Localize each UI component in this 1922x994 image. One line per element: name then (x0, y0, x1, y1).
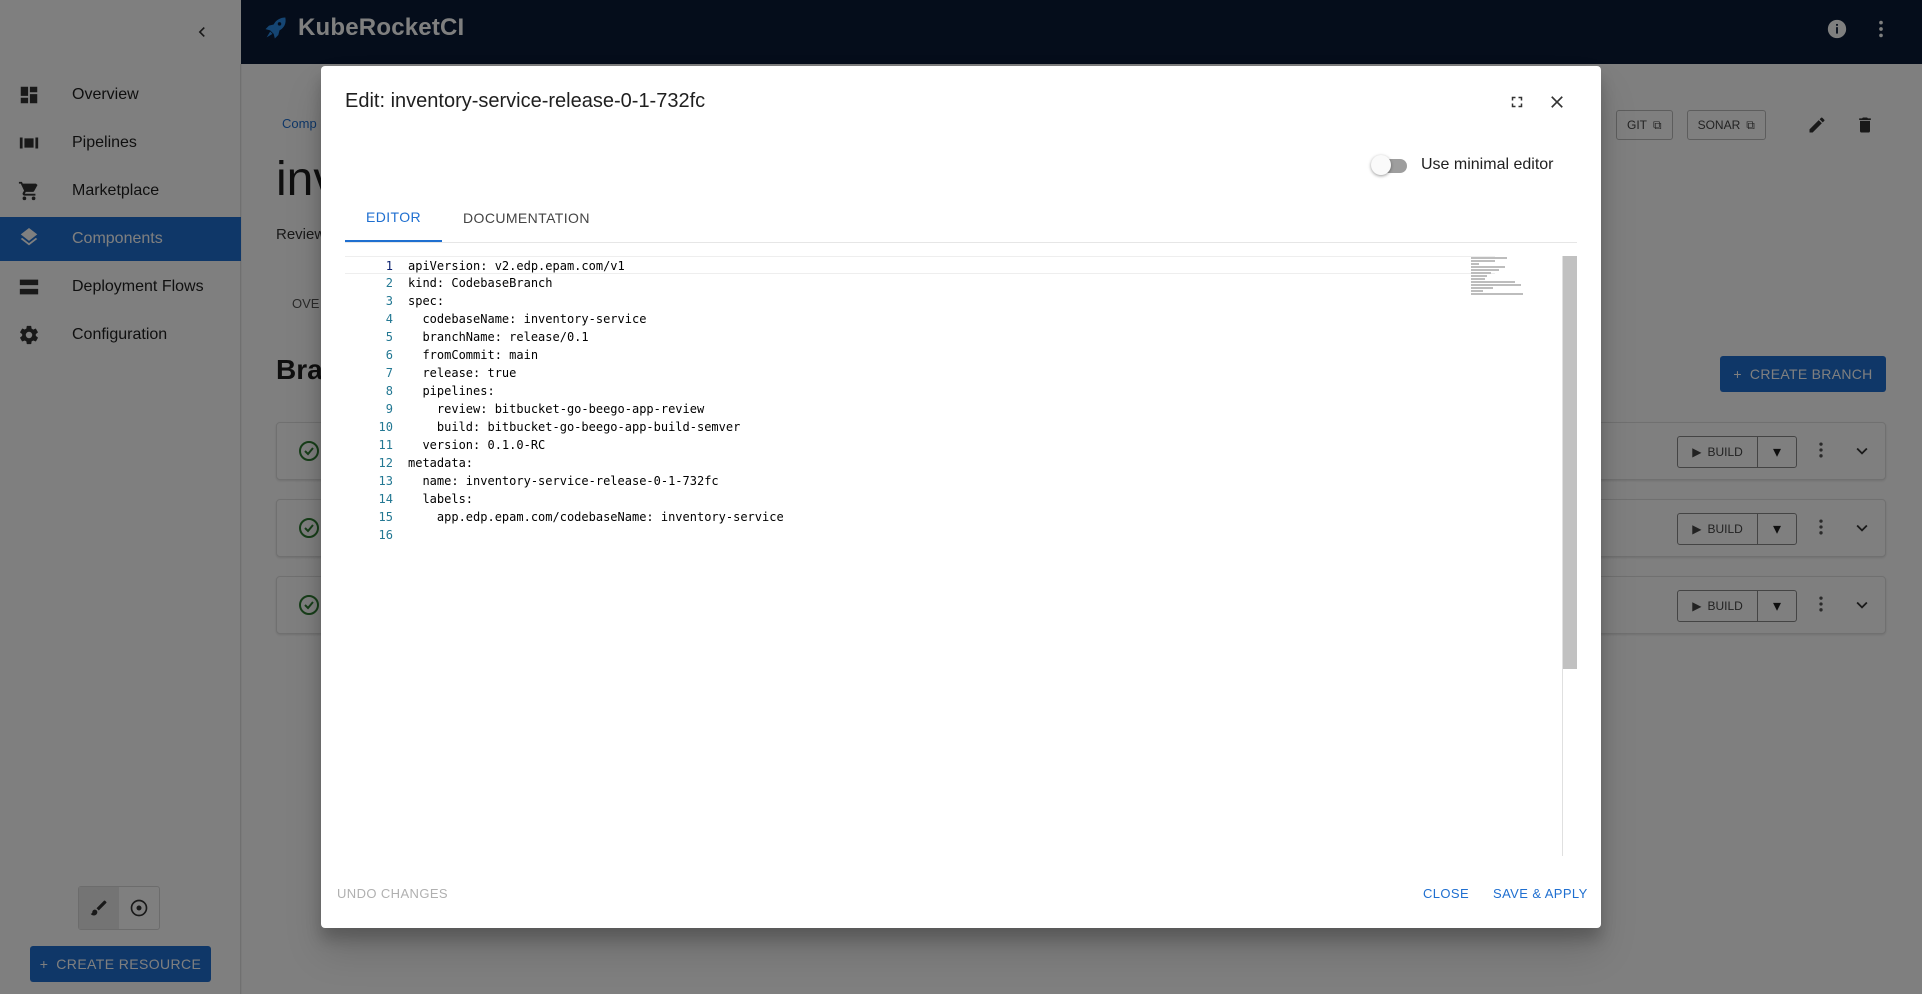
line-text[interactable]: app.edp.epam.com/codebaseName: inventory… (408, 508, 784, 526)
code-line[interactable]: 14 labels: (345, 490, 1495, 508)
line-text[interactable]: build: bitbucket-go-beego-app-build-semv… (408, 418, 740, 436)
line-text[interactable]: spec: (408, 292, 444, 310)
code-line[interactable]: 7 release: true (345, 364, 1495, 382)
line-number: 2 (385, 276, 393, 290)
dialog-tabs: EDITOR DOCUMENTATION (345, 194, 611, 242)
line-number: 11 (378, 438, 393, 452)
dialog-title: Edit: inventory-service-release-0-1-732f… (345, 90, 706, 112)
editor-minimap[interactable] (1471, 256, 1531, 296)
code-line[interactable]: 3 spec: (345, 292, 1495, 310)
line-number: 9 (385, 402, 393, 416)
line-text[interactable]: labels: (408, 490, 473, 508)
line-number: 15 (378, 510, 393, 524)
minimal-editor-toggle[interactable]: Use minimal editor (1371, 154, 1553, 176)
editor-scrollbar[interactable] (1562, 256, 1577, 856)
line-number: 6 (385, 348, 393, 362)
line-number: 4 (385, 312, 393, 326)
code-line[interactable]: 5 branchName: release/0.1 (345, 328, 1495, 346)
toggle-thumb (1371, 155, 1391, 175)
line-text[interactable]: kind: CodebaseBranch (408, 274, 553, 292)
code-line[interactable]: 6 fromCommit: main (345, 346, 1495, 364)
line-number: 1 (385, 259, 393, 273)
code-line[interactable]: 11 version: 0.1.0-RC (345, 436, 1495, 454)
line-text[interactable]: name: inventory-service-release-0-1-732f… (408, 472, 718, 490)
toggle-switch[interactable] (1371, 154, 1407, 176)
line-text[interactable]: apiVersion: v2.edp.epam.com/v1 (408, 257, 625, 275)
edit-dialog: Edit: inventory-service-release-0-1-732f… (321, 66, 1601, 928)
line-text[interactable]: release: true (408, 364, 516, 382)
line-number: 3 (385, 294, 393, 308)
toggle-label: Use minimal editor (1421, 156, 1554, 173)
code-line[interactable]: 2 kind: CodebaseBranch (345, 274, 1495, 292)
code-line[interactable]: 1 apiVersion: v2.edp.epam.com/v1 (345, 256, 1495, 274)
code-lines[interactable]: 1 apiVersion: v2.edp.epam.com/v1 2 kind: Co… (345, 256, 1495, 544)
line-number: 14 (378, 492, 393, 506)
code-line[interactable]: 12 metadata: (345, 454, 1495, 472)
line-text[interactable]: fromCommit: main (408, 346, 538, 364)
line-number: 13 (378, 474, 393, 488)
line-text[interactable]: metadata: (408, 454, 473, 472)
scrollbar-thumb[interactable] (1563, 256, 1577, 669)
line-text[interactable]: pipelines: (408, 382, 494, 400)
save-apply-button[interactable]: SAVE & APPLY (1493, 886, 1588, 901)
code-line[interactable]: 8 pipelines: (345, 382, 1495, 400)
line-text[interactable]: version: 0.1.0-RC (408, 436, 545, 454)
tab-documentation[interactable]: DOCUMENTATION (442, 194, 611, 242)
dialog-actions: UNDO CHANGES CLOSE SAVE & APPLY (321, 886, 1601, 928)
line-number: 8 (385, 384, 393, 398)
tabs-divider (345, 242, 1577, 243)
code-line[interactable]: 4 codebaseName: inventory-service (345, 310, 1495, 328)
line-number: 7 (385, 366, 393, 380)
code-line[interactable]: 15 app.edp.epam.com/codebaseName: invent… (345, 508, 1495, 526)
tab-editor[interactable]: EDITOR (345, 194, 443, 242)
code-line[interactable]: 16 (345, 526, 1495, 544)
line-number: 16 (378, 528, 393, 542)
line-text[interactable]: codebaseName: inventory-service (408, 310, 646, 328)
code-line[interactable]: 13 name: inventory-service-release-0-1-7… (345, 472, 1495, 490)
line-number: 10 (378, 420, 393, 434)
code-line[interactable]: 9 review: bitbucket-go-beego-app-review (345, 400, 1495, 418)
undo-changes-button[interactable]: UNDO CHANGES (337, 886, 448, 901)
line-number: 12 (378, 456, 393, 470)
line-text[interactable]: review: bitbucket-go-beego-app-review (408, 400, 704, 418)
close-dialog-button[interactable] (1543, 88, 1571, 116)
fullscreen-icon (1511, 96, 1523, 108)
fullscreen-button[interactable] (1503, 88, 1531, 116)
line-text[interactable]: branchName: release/0.1 (408, 328, 588, 346)
code-line[interactable]: 10 build: bitbucket-go-beego-app-build-s… (345, 418, 1495, 436)
close-button[interactable]: CLOSE (1423, 886, 1469, 901)
code-editor[interactable]: 1 apiVersion: v2.edp.epam.com/v1 2 kind: Co… (345, 256, 1601, 856)
close-icon (1551, 96, 1563, 108)
line-number: 5 (385, 330, 393, 344)
